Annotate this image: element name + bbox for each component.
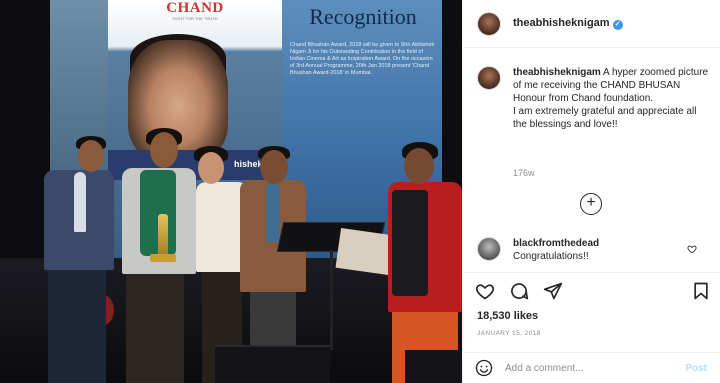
comment-username[interactable]: blackfromthedead — [513, 237, 691, 250]
likes-count[interactable]: 18,530 likes — [477, 310, 538, 322]
stage-speaker — [405, 350, 462, 383]
share-icon[interactable] — [543, 281, 563, 301]
post-photo[interactable]: CHAND FIGHT FOR THE TRUTH hishek Nig Rec… — [0, 0, 462, 383]
action-bar — [475, 281, 563, 301]
post-caption: theabhisheknigam A hyper zoomed picture … — [477, 66, 711, 131]
chand-tagline: FIGHT FOR THE TRUTH — [172, 16, 218, 21]
post-side-panel: theabhisheknigam ✓ theabhisheknigam A hyp… — [462, 0, 720, 383]
recognition-title: Recognition — [309, 4, 417, 29]
post-header: theabhisheknigam ✓ — [463, 0, 720, 48]
stand-pole — [330, 250, 333, 350]
comment-icon[interactable] — [509, 281, 529, 301]
load-more-comments-button[interactable]: + — [580, 193, 602, 215]
trophy-base — [150, 254, 176, 262]
comment-body: Congratulations!! — [513, 251, 589, 262]
add-comment-input[interactable] — [505, 362, 675, 374]
heart-icon[interactable] — [475, 281, 495, 301]
post-comment-button[interactable]: Post — [685, 363, 707, 374]
caption-timestamp[interactable]: 176w — [513, 168, 535, 178]
header-username[interactable]: theabhisheknigam ✓ — [513, 17, 623, 30]
recognition-text: Chand Bhushan Award, 2018 will be given … — [290, 42, 435, 76]
heart-icon[interactable] — [687, 244, 697, 254]
actions-divider — [463, 272, 720, 273]
post-date: JANUARY 15, 2018 — [477, 330, 541, 337]
avatar[interactable] — [477, 11, 501, 36]
trophy — [158, 214, 168, 258]
avatar[interactable] — [477, 66, 501, 90]
comment-item: blackfromthedead Congratulations!! — [477, 237, 711, 263]
comment-text: blackfromthedead Congratulations!! — [513, 237, 691, 263]
caption-text: theabhisheknigam A hyper zoomed picture … — [513, 66, 711, 131]
stage-speaker — [215, 345, 330, 383]
verified-badge-icon: ✓ — [612, 20, 623, 30]
bookmark-icon[interactable] — [691, 281, 711, 301]
caption-line: I am extremely grateful and appreciate a… — [513, 106, 697, 130]
smiley-icon[interactable] — [475, 359, 493, 377]
add-comment-bar: Post — [463, 352, 720, 383]
caption-username[interactable]: theabhisheknigam — [513, 67, 601, 78]
avatar[interactable] — [477, 237, 501, 261]
